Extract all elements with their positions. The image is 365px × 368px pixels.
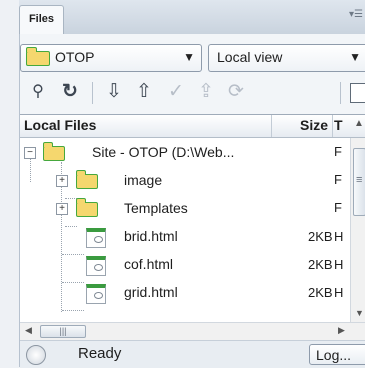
- column-size[interactable]: Size: [271, 115, 333, 137]
- view-dropdown[interactable]: Local view ▼: [208, 44, 365, 72]
- toolbar-divider: [92, 82, 93, 104]
- site-folder-icon: [43, 142, 65, 161]
- tree-row-folder[interactable]: + image F: [20, 167, 350, 195]
- column-type[interactable]: T: [334, 117, 343, 133]
- site-row: OTOP ▼ Local view ▼: [20, 44, 365, 72]
- file-size: 2KB: [308, 285, 333, 300]
- file-size: 2KB: [308, 229, 333, 244]
- tree-row-folder[interactable]: + Templates F: [20, 195, 350, 223]
- file-type: F: [334, 172, 342, 187]
- synchronize-icon[interactable]: ⟳: [222, 78, 250, 106]
- scroll-thumb[interactable]: ≡: [353, 148, 365, 216]
- file-type: H: [334, 229, 344, 244]
- file-type: F: [334, 144, 342, 159]
- folder-icon: [76, 198, 98, 217]
- file-name: brid.html: [124, 228, 178, 244]
- refresh-icon[interactable]: ↻: [56, 78, 84, 106]
- expand-icon[interactable]: +: [56, 203, 68, 215]
- chevron-down-icon: ▼: [183, 50, 195, 64]
- site-dropdown[interactable]: OTOP ▼: [20, 44, 202, 72]
- site-folder-icon: [26, 47, 50, 66]
- file-size: 2KB: [308, 257, 333, 272]
- log-button[interactable]: Log...: [309, 344, 365, 365]
- tree-row-site[interactable]: − Site - OTOP (D:\Web... F: [20, 139, 350, 167]
- tree-row-file[interactable]: cof.html 2KB H: [20, 251, 350, 279]
- file-name: grid.html: [124, 284, 178, 300]
- files-panel: OTOP ▼ Local view ▼ ⚲ ↻ ⇩ ⇧ ✓ ⇪ ⟳ Local …: [19, 34, 365, 368]
- status-icon: [26, 345, 46, 365]
- panel-menu-icon[interactable]: ▾☰: [349, 9, 363, 20]
- tree-line: [62, 310, 84, 311]
- collapse-icon[interactable]: −: [24, 147, 36, 159]
- scroll-left-icon[interactable]: ◀: [25, 325, 32, 336]
- status-text: Ready: [78, 345, 122, 362]
- file-toolbar: ⚲ ↻ ⇩ ⇧ ✓ ⇪ ⟳: [20, 78, 365, 110]
- html-file-icon: [86, 228, 106, 248]
- site-dropdown-value: OTOP: [55, 49, 95, 65]
- column-local-files[interactable]: Local Files: [24, 117, 96, 133]
- check-out-icon[interactable]: ✓: [162, 78, 190, 106]
- file-name: image: [124, 172, 163, 188]
- grip-icon: ≡: [356, 174, 363, 186]
- file-name: Templates: [124, 200, 188, 216]
- panel-tab-bar: Files ▾☰: [19, 0, 365, 35]
- check-in-icon[interactable]: ⇪: [192, 78, 220, 106]
- html-file-icon: [86, 284, 106, 304]
- chevron-down-icon: ▼: [349, 50, 361, 64]
- tree-row-file[interactable]: grid.html 2KB H: [20, 279, 350, 307]
- expand-icon[interactable]: +: [56, 175, 68, 187]
- list-header: Local Files Size T: [20, 115, 365, 138]
- scroll-down-icon[interactable]: ▼: [355, 308, 364, 318]
- expand-icon[interactable]: [350, 83, 365, 103]
- file-type: H: [334, 285, 344, 300]
- status-bar: Ready Log...: [20, 340, 365, 368]
- folder-icon: [76, 170, 98, 189]
- file-type: F: [334, 200, 342, 215]
- html-file-icon: [86, 256, 106, 276]
- scroll-up-icon[interactable]: ▲: [354, 118, 364, 129]
- toolbar-divider: [340, 82, 341, 104]
- view-dropdown-value: Local view: [217, 49, 283, 65]
- scroll-thumb[interactable]: |||: [40, 325, 86, 338]
- horizontal-scrollbar[interactable]: ◀ ||| ▶: [20, 322, 365, 340]
- get-icon[interactable]: ⇩: [100, 78, 128, 106]
- vertical-scrollbar[interactable]: ▲ ≡ ▼: [350, 118, 365, 323]
- tree-row-file[interactable]: brid.html 2KB H: [20, 223, 350, 251]
- tab-files[interactable]: Files: [19, 5, 64, 35]
- put-icon[interactable]: ⇧: [130, 78, 158, 106]
- local-files-list[interactable]: Local Files Size T − Site - OTOP (D:\Web…: [20, 114, 365, 323]
- file-type: H: [334, 257, 344, 272]
- scroll-right-icon[interactable]: ▶: [338, 325, 345, 336]
- file-name: cof.html: [124, 256, 174, 272]
- connect-icon[interactable]: ⚲: [24, 78, 52, 106]
- file-name: Site - OTOP (D:\Web...: [92, 144, 235, 160]
